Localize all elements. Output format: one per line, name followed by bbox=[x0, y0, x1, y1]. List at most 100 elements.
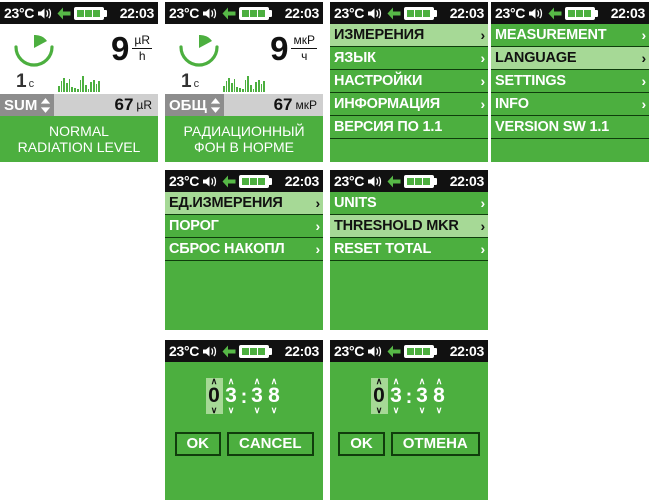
menu-list: MEASUREMENT › LANGUAGE › SETTINGS › INFO › VERSI… bbox=[491, 24, 649, 139]
chevron-down-icon[interactable]: ∨ bbox=[254, 406, 261, 415]
total-dose-label-group[interactable]: ОБЩ bbox=[165, 94, 224, 116]
menu-item-label: MEASUREMENT bbox=[495, 27, 607, 43]
temperature-label: 23°C bbox=[334, 5, 365, 21]
chevron-right-icon: › bbox=[315, 241, 321, 257]
chevron-right-icon: › bbox=[641, 27, 647, 43]
temperature-label: 23°C bbox=[169, 343, 200, 359]
histogram-bar bbox=[87, 89, 90, 92]
menu-item-label: RESET TOTAL bbox=[334, 241, 432, 257]
histogram-bar bbox=[247, 76, 249, 92]
menu-item-2[interactable]: НАСТРОЙКИ › bbox=[330, 70, 488, 93]
menu-item-0[interactable]: ИЗМЕРЕНИЯ › bbox=[330, 24, 488, 47]
clock-label: 22:03 bbox=[449, 173, 485, 189]
menu-item-1[interactable]: ПОРОГ › bbox=[165, 215, 323, 238]
dose-unit-denominator: ч bbox=[291, 48, 317, 63]
cancel-button[interactable]: ОТМЕНА bbox=[390, 432, 480, 457]
total-dose-label-group[interactable]: SUM bbox=[0, 94, 55, 116]
interval-unit: c bbox=[193, 78, 200, 90]
measurement-readout: 1c 9 µR h bbox=[0, 24, 158, 94]
histogram-bar bbox=[263, 81, 265, 92]
chevron-down-icon[interactable]: ∨ bbox=[211, 406, 218, 415]
total-dose-row[interactable]: ОБЩ 67 мкР bbox=[165, 94, 323, 116]
battery-icon bbox=[239, 6, 273, 20]
time-digit-0[interactable]: ∧ 0 ∨ bbox=[205, 377, 223, 415]
chevron-right-icon: › bbox=[480, 241, 486, 257]
speaker-icon bbox=[528, 7, 544, 20]
menu-item-2[interactable]: RESET TOTAL › bbox=[330, 238, 488, 261]
menu-item-2[interactable]: SETTINGS › bbox=[491, 70, 649, 93]
status-bar: 23°C 22:03 bbox=[330, 2, 488, 24]
menu-item-4[interactable]: ВЕРСИЯ ПО 1.1 bbox=[330, 116, 488, 139]
activity-histogram bbox=[58, 74, 100, 92]
menu-item-1[interactable]: LANGUAGE › bbox=[491, 47, 649, 70]
measurement-screen-ru: 23°C 22:03 1c 9 мкР ч ОБЩ 67 мкР РАДИАЦИ… bbox=[165, 2, 323, 162]
spinner-arrows-icon[interactable] bbox=[208, 96, 222, 114]
settings-menu-screen-ru: 23°C 22:03 ЕД.ИЗМЕРЕНИЯ › ПОРОГ › СБРОС НАКО… bbox=[165, 170, 323, 330]
chevron-down-icon[interactable]: ∨ bbox=[271, 406, 278, 415]
chevron-right-icon: › bbox=[315, 195, 321, 211]
ok-button[interactable]: OK bbox=[338, 432, 385, 457]
clock-label: 22:03 bbox=[284, 5, 320, 21]
time-digit-0[interactable]: ∧ 0 ∨ bbox=[370, 377, 388, 415]
menu-item-4[interactable]: VERSION SW 1.1 bbox=[491, 116, 649, 139]
time-digit-group: ∧ 0 ∨ ∧ 3 ∨: ∧ 3 ∨ ∧ 8 ∨ bbox=[370, 377, 448, 415]
dose-rate-value: 9 bbox=[270, 30, 289, 67]
battery-icon bbox=[239, 174, 273, 188]
chevron-right-icon: › bbox=[641, 96, 647, 112]
left-arrow-icon bbox=[222, 7, 236, 20]
menu-item-label: SETTINGS bbox=[495, 73, 566, 89]
menu-empty-area bbox=[330, 261, 488, 330]
chevron-down-icon[interactable]: ∨ bbox=[376, 406, 383, 415]
menu-empty-area bbox=[165, 261, 323, 330]
menu-item-0[interactable]: MEASUREMENT › bbox=[491, 24, 649, 47]
menu-item-3[interactable]: INFO › bbox=[491, 93, 649, 116]
menu-list: ИЗМЕРЕНИЯ › ЯЗЫК › НАСТРОЙКИ › ИНФОРМАЦИЯ › ВЕРС… bbox=[330, 24, 488, 139]
clock-label: 22:03 bbox=[449, 5, 485, 21]
menu-item-3[interactable]: ИНФОРМАЦИЯ › bbox=[330, 93, 488, 116]
time-digit-2[interactable]: ∧ 3 ∨ bbox=[249, 377, 266, 415]
left-arrow-icon bbox=[387, 345, 401, 358]
battery-icon bbox=[74, 6, 108, 20]
chevron-right-icon: › bbox=[480, 195, 486, 211]
menu-item-label: LANGUAGE bbox=[495, 50, 577, 66]
time-digit-3[interactable]: ∧ 8 ∨ bbox=[431, 377, 448, 415]
settings-menu-screen-en: 23°C 22:03 UNITS › THRESHOLD MKR › RESET TOT… bbox=[330, 170, 488, 330]
menu-item-1[interactable]: ЯЗЫК › bbox=[330, 47, 488, 70]
temperature-label: 23°C bbox=[169, 173, 200, 189]
status-banner: РАДИАЦИОННЫЙ ФОН В НОРМЕ bbox=[165, 116, 323, 162]
histogram-bar bbox=[239, 88, 241, 92]
temperature-label: 23°C bbox=[334, 173, 365, 189]
chevron-down-icon[interactable]: ∨ bbox=[419, 406, 426, 415]
spinner-arrows-icon[interactable] bbox=[39, 96, 53, 114]
menu-item-0[interactable]: UNITS › bbox=[330, 192, 488, 215]
chevron-down-icon[interactable]: ∨ bbox=[228, 406, 235, 415]
chevron-right-icon: › bbox=[641, 73, 647, 89]
time-digit-3[interactable]: ∧ 8 ∨ bbox=[266, 377, 283, 415]
interval-unit: c bbox=[28, 78, 35, 90]
time-digit-2[interactable]: ∧ 3 ∨ bbox=[414, 377, 431, 415]
menu-item-label: UNITS bbox=[334, 195, 377, 211]
time-digit-value: 0 bbox=[373, 384, 385, 407]
dialog-buttons: OK CANCEL bbox=[165, 432, 323, 457]
left-arrow-icon bbox=[387, 175, 401, 188]
time-digit-1[interactable]: ∧ 3 ∨ bbox=[388, 377, 405, 415]
menu-item-0[interactable]: ЕД.ИЗМЕРЕНИЯ › bbox=[165, 192, 323, 215]
time-digit-1[interactable]: ∧ 3 ∨ bbox=[223, 377, 240, 415]
menu-item-1[interactable]: THRESHOLD MKR › bbox=[330, 215, 488, 238]
histogram-bar bbox=[241, 89, 244, 92]
histogram-bar bbox=[228, 78, 231, 92]
menu-list: ЕД.ИЗМЕРЕНИЯ › ПОРОГ › СБРОС НАКОПЛ › bbox=[165, 192, 323, 261]
menu-item-2[interactable]: СБРОС НАКОПЛ › bbox=[165, 238, 323, 261]
cancel-button[interactable]: CANCEL bbox=[227, 432, 314, 457]
ok-button[interactable]: OK bbox=[174, 432, 221, 457]
status-bar: 23°C 22:03 bbox=[165, 170, 323, 192]
activity-histogram bbox=[223, 74, 265, 92]
chevron-right-icon: › bbox=[315, 218, 321, 234]
time-setter-screen-ru: 23°C 22:03 ∧ 0 ∨ ∧ 3 ∨: ∧ 3 ∨ ∧ 8 ∨ OK ОТМЕНА bbox=[330, 340, 488, 500]
battery-icon bbox=[404, 344, 438, 358]
chevron-down-icon[interactable]: ∨ bbox=[393, 406, 400, 415]
chevron-down-icon[interactable]: ∨ bbox=[436, 406, 443, 415]
time-digit-value: 3 bbox=[251, 384, 263, 407]
total-dose-row[interactable]: SUM 67 µR bbox=[0, 94, 158, 116]
interval-readout: 1c bbox=[16, 72, 34, 91]
